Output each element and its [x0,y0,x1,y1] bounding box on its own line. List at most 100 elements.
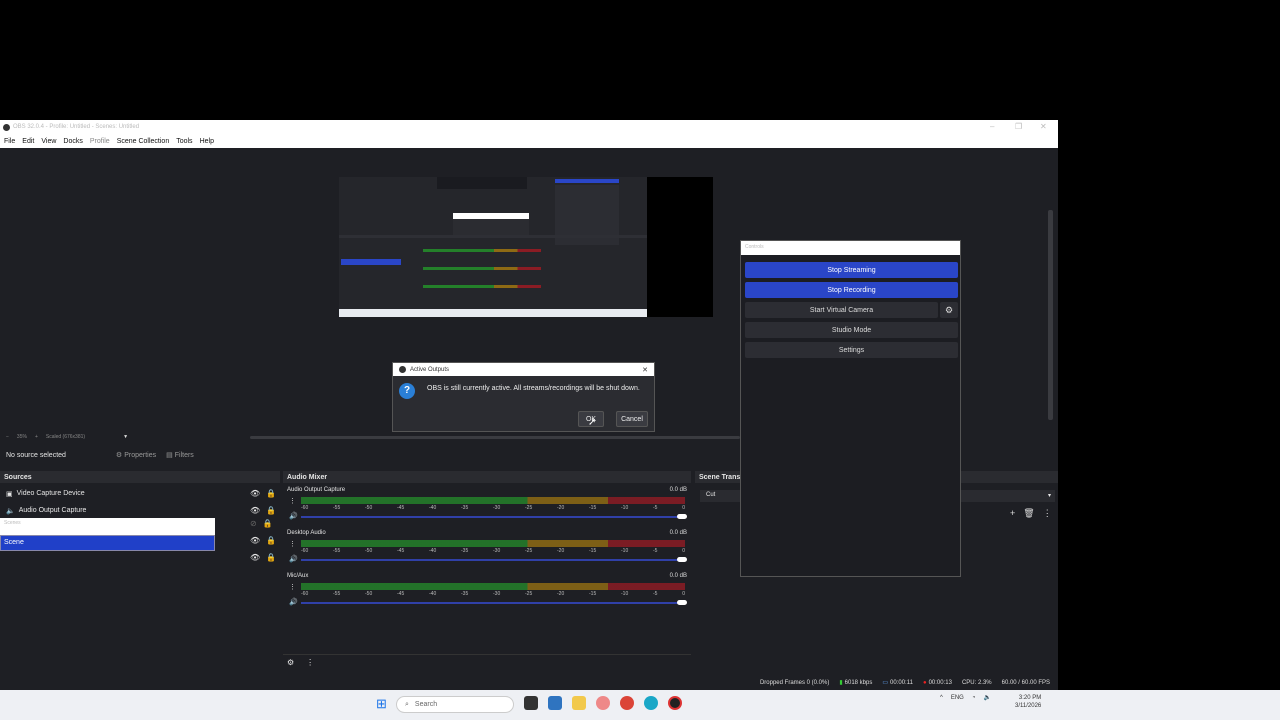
kebab-menu-icon[interactable]: ⋮ [289,497,296,505]
scenes-drag-header[interactable]: Scenes [0,518,215,535]
transition-actions: + 🗑 ⋮ [1010,508,1052,519]
no-source-label: No source selected [6,451,66,459]
scene-list-item-selected[interactable]: Scene [0,535,215,551]
stop-streaming-button[interactable]: Stop Streaming [745,262,958,278]
eye-slash-icon[interactable]: ⊘ [250,519,257,528]
tick-label: -15 [589,548,597,554]
tick-label: -35 [461,548,469,554]
volume-slider-handle[interactable] [677,514,687,519]
eye-icon[interactable]: 👁 [250,506,260,515]
menu-edit[interactable]: Edit [22,138,34,145]
advanced-audio-icon[interactable]: ⚙ [287,658,294,667]
kebab-menu-icon[interactable]: ⋮ [289,583,296,591]
start-virtual-camera-button[interactable]: Start Virtual Camera [745,302,938,318]
cancel-button[interactable]: Cancel [616,411,648,427]
menu-file[interactable]: File [4,138,15,145]
tick-label: -20 [557,548,565,554]
zoom-out-icon[interactable]: − [6,434,9,440]
taskbar-clock[interactable]: 3:20 PM 3/11/2026 [1015,694,1041,710]
task-view-icon[interactable] [524,696,538,710]
volume-slider[interactable] [301,602,681,604]
controls-title: Controls [745,244,764,250]
hidden-row-controls: ⊘ 🔒 [250,519,273,528]
studio-mode-button[interactable]: Studio Mode [745,322,958,338]
lock-icon[interactable]: 🔒 [266,489,276,498]
eye-icon[interactable]: 👁 [250,536,260,545]
minimize-icon[interactable]: – [990,122,994,131]
row-controls: 👁 🔒 [250,553,276,562]
source-item[interactable]: ▣ Video Capture Device 👁 🔒 [0,485,276,502]
meter-ticks: -60 -55 -50 -45 -40 -35 -30 -25 -20 -15 -10 -5 0 [301,505,685,511]
source-item[interactable]: 🔈 Audio Output Capture 👁 🔒 [0,502,276,519]
menu-help[interactable]: Help [200,138,214,145]
tick-label: -5 [653,505,658,511]
photos-icon[interactable] [596,696,610,710]
folder-icon[interactable] [572,696,586,710]
lock-icon[interactable]: 🔒 [263,519,273,528]
preview-horizontal-scrollbar[interactable] [250,436,740,439]
wifi-icon[interactable]: ◔ [972,695,976,701]
chevron-up-icon[interactable]: ^ [940,695,943,701]
lock-icon[interactable]: 🔒 [266,506,276,515]
window-titlebar[interactable]: OBS 32.0.4 - Profile: Untitled - Scenes:… [0,120,1058,134]
tick-label: -30 [493,548,501,554]
menu-view[interactable]: View [41,138,56,145]
trash-icon[interactable]: 🗑 [1023,508,1034,519]
kebab-menu-icon[interactable]: ⋮ [306,658,314,667]
tick-label: -10 [621,505,629,511]
windows-start-icon[interactable]: ⊞ [376,696,387,712]
tick-label: -55 [333,591,341,597]
tick-label: -60 [301,505,309,511]
taskbar [0,690,1280,720]
scale-dropdown-icon[interactable]: ▼ [123,434,128,440]
stop-recording-button[interactable]: Stop Recording [745,282,958,298]
taskbar-search[interactable]: ⌕ Search [396,696,514,713]
volume-slider[interactable] [301,559,681,561]
properties-button[interactable]: ⚙ Properties [116,451,156,460]
eye-icon[interactable]: 👁 [250,489,260,498]
tick-label: -25 [525,591,533,597]
maximize-icon[interactable]: ❐ [1015,122,1022,131]
kebab-menu-icon[interactable]: ⋮ [1043,508,1052,519]
volume-slider-handle[interactable] [677,600,687,605]
menu-tools[interactable]: Tools [176,138,192,145]
controls-titlebar[interactable]: Controls [741,241,960,255]
tick-label: -5 [653,591,658,597]
close-icon[interactable]: ✕ [642,366,648,374]
chevron-down-icon: ▾ [1047,493,1051,499]
menu-docks[interactable]: Docks [63,138,82,145]
lock-icon[interactable]: 🔒 [266,536,276,545]
channel-name: Audio Output Capture [287,487,346,493]
menu-scene-collection[interactable]: Scene Collection [117,138,170,145]
language-indicator[interactable]: ENG [951,695,964,701]
obs-taskbar-icon[interactable] [668,696,682,710]
camera-icon: ▣ [6,490,13,498]
filters-button[interactable]: ▤ Filters [166,451,194,460]
mute-icon[interactable]: 🔊 [289,555,298,563]
zoom-in-icon[interactable]: + [35,434,38,440]
stream-timer: ▭ 00:00:11 [882,679,913,687]
volume-slider[interactable] [301,516,681,518]
record-time-value: 00:00:13 [928,679,952,686]
volume-slider-handle[interactable] [677,557,687,562]
volume-icon[interactable]: 🔈 [983,694,990,701]
dialog-titlebar[interactable]: Active Outputs ✕ [393,363,654,376]
mute-icon[interactable]: 🔊 [289,598,298,606]
preview-black-region [647,177,713,317]
chrome-icon[interactable] [620,696,634,710]
menu-profile[interactable]: Profile [90,138,110,145]
mixer-channel: Audio Output Capture 0.0 dB ⋮ -60 -55 -50 -45-… [283,485,691,528]
preview-vertical-scrollbar[interactable] [1048,210,1053,420]
settings-button[interactable]: Settings [745,342,958,358]
close-icon[interactable]: ✕ [1040,122,1047,131]
mute-icon[interactable]: 🔊 [289,512,298,520]
zoom-level: 35% [16,434,27,440]
store-icon[interactable] [548,696,562,710]
volume-meter [301,497,685,504]
lock-icon[interactable]: 🔒 [266,553,276,562]
kebab-menu-icon[interactable]: ⋮ [289,540,296,548]
add-icon[interactable]: + [1010,508,1015,519]
virtual-camera-settings-button[interactable]: ⚙ [940,302,958,318]
eye-icon[interactable]: 👁 [250,553,260,562]
edge-icon[interactable] [644,696,658,710]
